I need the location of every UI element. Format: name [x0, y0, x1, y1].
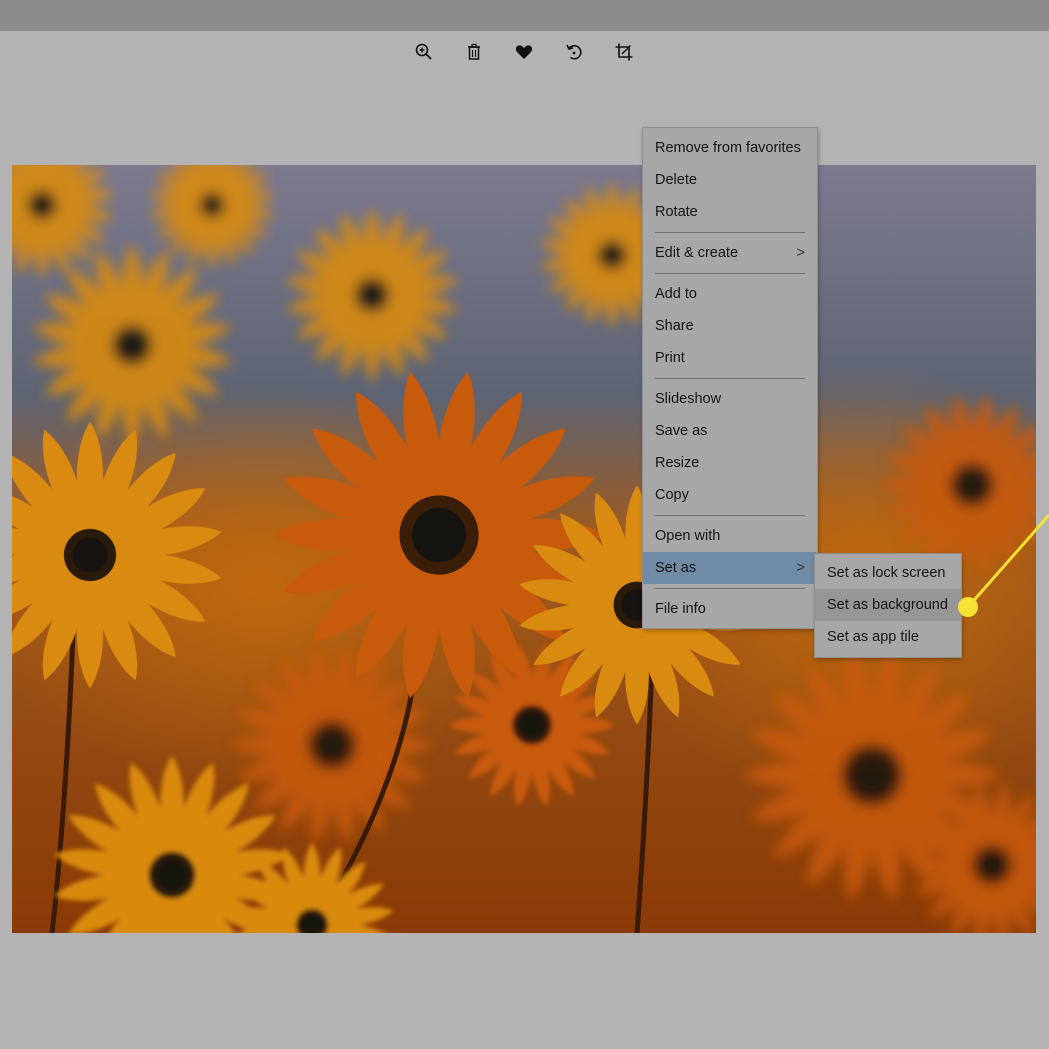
chevron-right-icon: >: [796, 244, 805, 261]
menu-separator: [655, 232, 805, 233]
menu-item-share[interactable]: Share: [643, 310, 817, 342]
rotate-button[interactable]: [559, 37, 589, 67]
menu-item-slideshow[interactable]: Slideshow: [643, 383, 817, 415]
menu-item-add-to[interactable]: Add to: [643, 278, 817, 310]
window-title-bar: [0, 0, 1049, 31]
zoom-in-icon: [415, 43, 432, 60]
favorite-button[interactable]: [509, 37, 539, 67]
heart-icon: [515, 45, 533, 59]
menu-item-label: Add to: [655, 286, 697, 302]
menu-item-label: Remove from favorites: [655, 140, 801, 156]
menu-item-label: Set as app tile: [827, 629, 919, 645]
menu-item-edit-and-create[interactable]: Edit & create >: [643, 237, 817, 269]
delete-button[interactable]: [459, 37, 489, 67]
menu-item-label: Resize: [655, 455, 700, 471]
menu-item-label: Delete: [655, 172, 697, 188]
trash-icon: [468, 43, 480, 60]
submenu-item-set-as-lock-screen[interactable]: Set as lock screen: [815, 557, 961, 589]
menu-item-label: Set as background: [827, 597, 948, 613]
menu-item-label: Save as: [655, 423, 708, 439]
menu-item-label: File info: [655, 601, 706, 617]
menu-item-label: Copy: [655, 487, 689, 503]
photo-canvas[interactable]: [12, 165, 1036, 933]
submenu-item-set-as-app-tile[interactable]: Set as app tile: [815, 621, 961, 653]
menu-item-label: Print: [655, 350, 685, 366]
menu-item-label: Set as lock screen: [827, 565, 946, 581]
menu-separator: [655, 515, 805, 516]
menu-separator: [655, 273, 805, 274]
menu-item-resize[interactable]: Resize: [643, 447, 817, 479]
chevron-right-icon: >: [796, 559, 805, 576]
menu-item-rotate[interactable]: Rotate: [643, 196, 817, 228]
menu-item-remove-from-favorites[interactable]: Remove from favorites: [643, 132, 817, 164]
menu-item-open-with[interactable]: Open with: [643, 520, 817, 552]
menu-item-label: Rotate: [655, 204, 698, 220]
image-toolbar: [0, 31, 1049, 79]
menu-item-label: Set as: [655, 560, 697, 576]
menu-item-label: Open with: [655, 528, 721, 544]
menu-separator: [655, 588, 805, 589]
menu-item-delete[interactable]: Delete: [643, 164, 817, 196]
set-as-submenu: Set as lock screen Set as background Set…: [814, 553, 962, 658]
menu-item-label: Slideshow: [655, 391, 722, 407]
flower-field-image: [12, 165, 1036, 933]
zoom-in-button[interactable]: [409, 37, 439, 67]
menu-item-file-info[interactable]: File info: [643, 593, 817, 625]
menu-item-set-as[interactable]: Set as >: [643, 552, 817, 584]
menu-item-print[interactable]: Print: [643, 342, 817, 374]
crop-button[interactable]: [609, 37, 639, 67]
menu-item-label: Share: [655, 318, 694, 334]
photo-context-menu: Remove from favorites Delete Rotate Edit…: [642, 127, 818, 629]
submenu-item-set-as-background[interactable]: Set as background: [815, 589, 961, 621]
menu-item-copy[interactable]: Copy: [643, 479, 817, 511]
menu-item-label: Edit & create: [655, 245, 739, 261]
crop-icon: [615, 43, 633, 61]
rotate-icon: [566, 44, 582, 60]
menu-item-save-as[interactable]: Save as: [643, 415, 817, 447]
menu-separator: [655, 378, 805, 379]
